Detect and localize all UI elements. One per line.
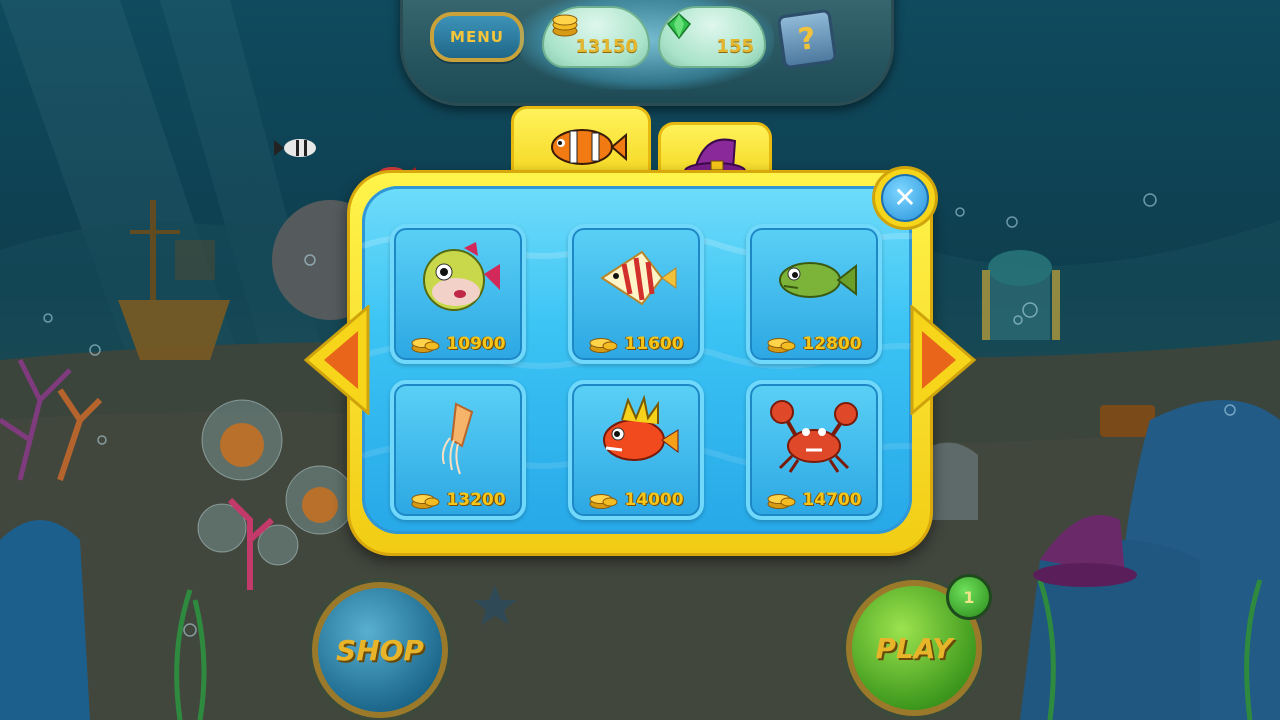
coin-stack-icon <box>552 14 578 37</box>
close-button[interactable]: ✕ <box>872 166 938 230</box>
close-icon: ✕ <box>881 174 929 222</box>
coin-stack-icon <box>411 494 440 509</box>
price-value: 14700 <box>802 490 862 510</box>
gem-count: 155 <box>716 36 754 57</box>
item-price: 12800 <box>750 334 878 354</box>
coin-stack-icon <box>767 494 796 509</box>
coin-count: 13150 <box>575 36 638 57</box>
coin-counter: 13150 <box>542 6 650 68</box>
item-price: 14000 <box>572 490 700 510</box>
price-value: 12800 <box>802 334 862 354</box>
item-price: 13200 <box>394 490 522 510</box>
price-value: 10900 <box>446 334 506 354</box>
next-page-arrow[interactable] <box>910 305 976 415</box>
shop-item-crab[interactable]: 14700 <box>746 380 882 520</box>
gem-counter: 155 <box>658 6 766 68</box>
coin-stack-icon <box>411 338 440 353</box>
shop-item-butterflyfish[interactable]: 11600 <box>568 224 704 364</box>
coin-stack-icon <box>589 494 618 509</box>
menu-button[interactable]: MENU <box>430 12 524 62</box>
price-value: 13200 <box>446 490 506 510</box>
shop-item-pufferfish[interactable]: 10900 <box>390 224 526 364</box>
play-label: PLAY <box>875 631 953 665</box>
butterflyfish-icon <box>600 250 677 306</box>
lionfish-icon <box>603 394 679 461</box>
item-price: 14700 <box>750 490 878 510</box>
shop-button[interactable]: SHOP <box>312 582 448 718</box>
play-level-badge: 1 <box>946 574 992 620</box>
green-fish-icon <box>779 262 857 298</box>
previous-page-arrow[interactable] <box>304 305 370 415</box>
help-button[interactable]: ? <box>776 8 838 70</box>
shop-item-lionfish[interactable]: 14000 <box>568 380 704 520</box>
shop-item-green-fish[interactable]: 12800 <box>746 224 882 364</box>
crab-icon <box>770 400 858 473</box>
green-gem-icon <box>666 12 692 40</box>
coin-stack-icon <box>767 338 796 353</box>
item-price: 11600 <box>572 334 700 354</box>
price-value: 11600 <box>624 334 684 354</box>
pufferfish-icon <box>423 242 500 311</box>
item-price: 10900 <box>394 334 522 354</box>
zebra-fish <box>274 139 316 157</box>
coin-stack-icon <box>589 338 618 353</box>
price-value: 14000 <box>624 490 684 510</box>
shop-label: SHOP <box>336 633 424 667</box>
shop-item-jellyfish[interactable]: 13200 <box>390 380 526 520</box>
jellyfish-icon <box>441 402 474 475</box>
